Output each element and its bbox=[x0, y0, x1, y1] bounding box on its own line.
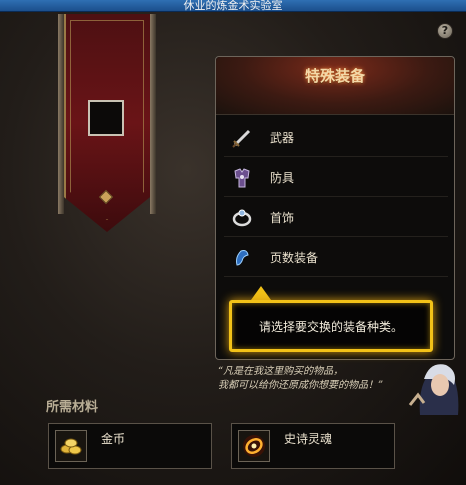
window-title: 休业的炼金术实验室 bbox=[0, 0, 466, 12]
help-button[interactable]: ? bbox=[437, 23, 453, 39]
banner bbox=[58, 14, 156, 236]
npc-quote-line-1: “凡是在我这里购买的物品， bbox=[218, 366, 344, 377]
material-label: 金币 bbox=[101, 432, 126, 446]
menu-item-weapon[interactable]: 武器 bbox=[224, 119, 448, 157]
menu-item-label: 首饰 bbox=[270, 211, 295, 225]
banner-pole-left bbox=[58, 14, 64, 214]
armor-icon bbox=[228, 164, 256, 192]
menu-item-armor[interactable]: 防具 bbox=[224, 159, 448, 197]
alchemy-lab-window: 休业的炼金术实验室 ? 特殊装备 武器 防具 首饰 页数装备 请选择要交换的装备… bbox=[0, 0, 466, 485]
npc-portrait bbox=[400, 355, 466, 415]
equipment-slot[interactable] bbox=[88, 100, 124, 136]
material-label: 史诗灵魂 bbox=[284, 432, 333, 446]
menu-item-page-equipment[interactable]: 页数装备 bbox=[224, 239, 448, 277]
gold-coins-icon bbox=[55, 430, 87, 462]
tooltip-arrow bbox=[251, 286, 271, 300]
materials-title: 所需材料 bbox=[46, 400, 99, 415]
crystal-icon bbox=[228, 244, 256, 272]
menu-item-label: 防具 bbox=[270, 171, 295, 185]
menu-item-label: 武器 bbox=[270, 131, 295, 145]
menu-item-accessory[interactable]: 首饰 bbox=[224, 199, 448, 237]
material-gold[interactable]: 金币 bbox=[48, 423, 212, 469]
panel-title: 特殊装备 bbox=[304, 67, 365, 85]
selection-tooltip: 请选择要交换的装备种类。 bbox=[229, 300, 433, 352]
banner-pole-right bbox=[150, 14, 156, 214]
npc-quote-line-2: 我都可以给你还原成你想要的物品！” bbox=[218, 380, 384, 391]
menu-item-label: 页数装备 bbox=[270, 251, 319, 265]
panel-header: 特殊装备 bbox=[216, 57, 454, 115]
epic-soul-icon bbox=[238, 430, 270, 462]
sword-icon bbox=[228, 124, 256, 152]
ring-icon bbox=[228, 204, 256, 232]
npc-quote: “凡是在我这里购买的物品， 我都可以给你还原成你想要的物品！” bbox=[218, 365, 418, 393]
material-epic-soul[interactable]: 史诗灵魂 bbox=[231, 423, 395, 469]
